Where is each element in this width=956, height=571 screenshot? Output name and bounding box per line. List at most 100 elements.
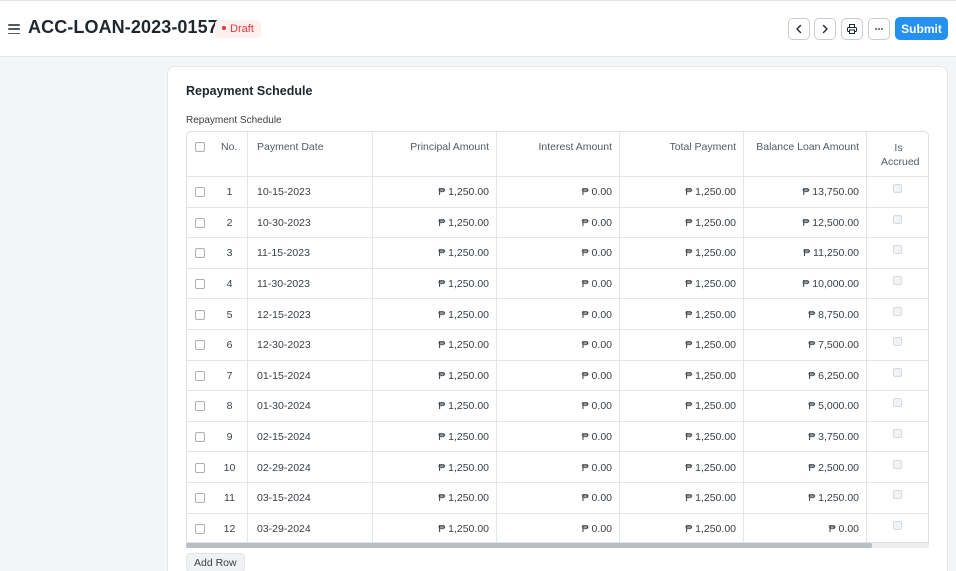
- principal-amount-cell[interactable]: ₱ 1,250.00: [372, 421, 496, 452]
- payment-date-cell[interactable]: 12-30-2023: [247, 330, 372, 360]
- horizontal-scrollbar[interactable]: [186, 543, 929, 548]
- row-select-checkbox[interactable]: [195, 523, 205, 534]
- balance-loan-amount-cell[interactable]: ₱ 3,750.00: [743, 421, 866, 452]
- row-select-checkbox[interactable]: [195, 187, 205, 198]
- row-select-checkbox[interactable]: [195, 432, 205, 443]
- total-payment-cell[interactable]: ₱ 1,250.00: [619, 360, 743, 391]
- interest-amount-cell[interactable]: ₱ 0.00: [496, 177, 619, 207]
- payment-date-cell[interactable]: 11-15-2023: [247, 238, 372, 268]
- total-payment-cell[interactable]: ₱ 1,250.00: [619, 207, 743, 238]
- principal-amount-cell[interactable]: ₱ 1,250.00: [372, 207, 496, 238]
- principal-amount-cell[interactable]: ₱ 1,250.00: [372, 299, 496, 329]
- principal-amount-cell[interactable]: ₱ 1,250.00: [372, 177, 496, 207]
- principal-amount-cell[interactable]: ₱ 1,250.00: [372, 360, 496, 391]
- interest-amount-cell[interactable]: ₱ 0.00: [496, 268, 619, 299]
- is-accrued-checkbox: [893, 337, 902, 347]
- principal-amount-cell[interactable]: ₱ 1,250.00: [372, 483, 496, 513]
- balance-loan-amount-cell[interactable]: ₱ 7,500.00: [743, 330, 866, 360]
- total-payment-cell[interactable]: ₱ 1,250.00: [619, 330, 743, 360]
- previous-document-button[interactable]: [788, 18, 810, 40]
- more-actions-button[interactable]: [868, 18, 890, 40]
- balance-loan-amount-cell[interactable]: ₱ 5,000.00: [743, 391, 866, 421]
- payment-date-cell[interactable]: 10-30-2023: [247, 207, 372, 238]
- balance-loan-amount-cell[interactable]: ₱ 11,250.00: [743, 238, 866, 268]
- total-payment-cell[interactable]: ₱ 1,250.00: [619, 452, 743, 482]
- status-badge-label: Draft: [230, 23, 254, 35]
- total-payment-cell[interactable]: ₱ 1,250.00: [619, 299, 743, 329]
- principal-amount-cell[interactable]: ₱ 1,250.00: [372, 330, 496, 360]
- balance-loan-amount-cell[interactable]: ₱ 0.00: [743, 513, 866, 542]
- total-payment-cell[interactable]: ₱ 1,250.00: [619, 268, 743, 299]
- principal-amount-cell[interactable]: ₱ 1,250.00: [372, 452, 496, 482]
- row-select-checkbox[interactable]: [195, 340, 205, 351]
- row-select-checkbox[interactable]: [195, 248, 205, 259]
- interest-amount-cell[interactable]: ₱ 0.00: [496, 360, 619, 391]
- table-row[interactable]: 4 11-30-2023 ₱ 1,250.00 ₱ 0.00 ₱ 1,250.00 ₱ 1…: [187, 268, 928, 300]
- interest-amount-cell[interactable]: ₱ 0.00: [496, 238, 619, 268]
- total-payment-cell[interactable]: ₱ 1,250.00: [619, 391, 743, 421]
- interest-amount-cell[interactable]: ₱ 0.00: [496, 483, 619, 513]
- interest-amount-cell[interactable]: ₱ 0.00: [496, 513, 619, 542]
- add-row-button[interactable]: Add Row: [186, 553, 245, 571]
- row-select-checkbox[interactable]: [195, 401, 205, 412]
- row-select-checkbox[interactable]: [195, 217, 205, 228]
- interest-amount-cell[interactable]: ₱ 0.00: [496, 452, 619, 482]
- row-select-checkbox[interactable]: [195, 279, 205, 290]
- principal-amount-cell[interactable]: ₱ 1,250.00: [372, 391, 496, 421]
- table-row[interactable]: 12 03-29-2024 ₱ 1,250.00 ₱ 0.00 ₱ 1,250.00 ₱ …: [187, 513, 928, 542]
- balance-loan-amount-cell[interactable]: ₱ 1,250.00: [743, 483, 866, 513]
- table-row[interactable]: 10 02-29-2024 ₱ 1,250.00 ₱ 0.00 ₱ 1,250.00 ₱ …: [187, 452, 928, 483]
- next-document-button[interactable]: [814, 18, 836, 40]
- print-button[interactable]: [841, 18, 863, 40]
- interest-amount-cell[interactable]: ₱ 0.00: [496, 421, 619, 452]
- table-row[interactable]: 3 11-15-2023 ₱ 1,250.00 ₱ 0.00 ₱ 1,250.00 ₱ 1…: [187, 238, 928, 269]
- interest-amount-cell[interactable]: ₱ 0.00: [496, 207, 619, 238]
- column-header-principal-amount: Principal Amount: [372, 132, 496, 176]
- balance-loan-amount-cell[interactable]: ₱ 2,500.00: [743, 452, 866, 482]
- balance-loan-amount-cell[interactable]: ₱ 12,500.00: [743, 207, 866, 238]
- payment-date-cell[interactable]: 02-29-2024: [247, 452, 372, 482]
- payment-date-cell[interactable]: 03-29-2024: [247, 513, 372, 542]
- hamburger-icon[interactable]: [8, 24, 20, 35]
- interest-amount-cell[interactable]: ₱ 0.00: [496, 330, 619, 360]
- balance-loan-amount-cell[interactable]: ₱ 13,750.00: [743, 177, 866, 207]
- payment-date-cell[interactable]: 02-15-2024: [247, 421, 372, 452]
- payment-date-cell[interactable]: 12-15-2023: [247, 299, 372, 329]
- balance-loan-amount-cell[interactable]: ₱ 6,250.00: [743, 360, 866, 391]
- payment-date-cell[interactable]: 11-30-2023: [247, 268, 372, 299]
- table-row[interactable]: 11 03-15-2024 ₱ 1,250.00 ₱ 0.00 ₱ 1,250.00 ₱ …: [187, 483, 928, 514]
- payment-date-cell[interactable]: 03-15-2024: [247, 483, 372, 513]
- printer-icon: [847, 24, 857, 34]
- total-payment-cell[interactable]: ₱ 1,250.00: [619, 483, 743, 513]
- row-select-checkbox[interactable]: [195, 370, 205, 381]
- select-all-checkbox[interactable]: [195, 142, 205, 152]
- table-row[interactable]: 8 01-30-2024 ₱ 1,250.00 ₱ 0.00 ₱ 1,250.00 ₱ 5…: [187, 391, 928, 422]
- row-select-checkbox[interactable]: [195, 493, 205, 504]
- principal-amount-cell[interactable]: ₱ 1,250.00: [372, 513, 496, 542]
- table-row[interactable]: 1 10-15-2023 ₱ 1,250.00 ₱ 0.00 ₱ 1,250.00 ₱ 1…: [187, 177, 928, 208]
- table-row[interactable]: 9 02-15-2024 ₱ 1,250.00 ₱ 0.00 ₱ 1,250.00 ₱ 3…: [187, 421, 928, 453]
- table-row[interactable]: 6 12-30-2023 ₱ 1,250.00 ₱ 0.00 ₱ 1,250.00 ₱ 7…: [187, 330, 928, 361]
- total-payment-cell[interactable]: ₱ 1,250.00: [619, 238, 743, 268]
- table-row[interactable]: 2 10-30-2023 ₱ 1,250.00 ₱ 0.00 ₱ 1,250.00 ₱ 1…: [187, 207, 928, 239]
- balance-loan-amount-cell[interactable]: ₱ 10,000.00: [743, 268, 866, 299]
- row-number-cell: 12: [223, 522, 236, 535]
- row-number-cell: 9: [226, 431, 233, 444]
- principal-amount-cell[interactable]: ₱ 1,250.00: [372, 268, 496, 299]
- table-row[interactable]: 5 12-15-2023 ₱ 1,250.00 ₱ 0.00 ₱ 1,250.00 ₱ 8…: [187, 299, 928, 330]
- interest-amount-cell[interactable]: ₱ 0.00: [496, 299, 619, 329]
- submit-button[interactable]: Submit: [895, 17, 948, 40]
- total-payment-cell[interactable]: ₱ 1,250.00: [619, 421, 743, 452]
- payment-date-cell[interactable]: 01-15-2024: [247, 360, 372, 391]
- total-payment-cell[interactable]: ₱ 1,250.00: [619, 513, 743, 542]
- table-row[interactable]: 7 01-15-2024 ₱ 1,250.00 ₱ 0.00 ₱ 1,250.00 ₱ 6…: [187, 360, 928, 392]
- row-select-checkbox[interactable]: [195, 309, 205, 320]
- balance-loan-amount-cell[interactable]: ₱ 8,750.00: [743, 299, 866, 329]
- payment-date-cell[interactable]: 01-30-2024: [247, 391, 372, 421]
- interest-amount-cell[interactable]: ₱ 0.00: [496, 391, 619, 421]
- scrollbar-thumb[interactable]: [186, 543, 872, 548]
- payment-date-cell[interactable]: 10-15-2023: [247, 177, 372, 207]
- total-payment-cell[interactable]: ₱ 1,250.00: [619, 177, 743, 207]
- principal-amount-cell[interactable]: ₱ 1,250.00: [372, 238, 496, 268]
- row-select-checkbox[interactable]: [195, 462, 205, 473]
